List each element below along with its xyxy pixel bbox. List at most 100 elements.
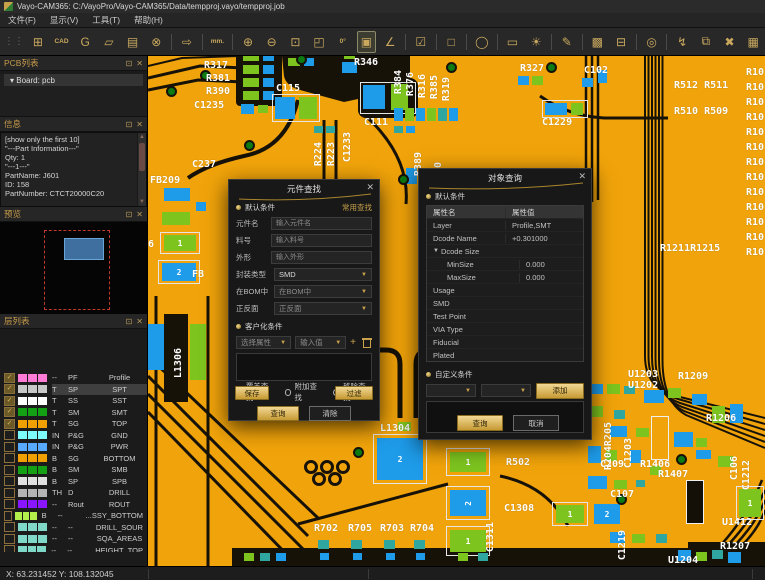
layer-color-swatch[interactable] xyxy=(15,512,21,520)
layer-color-swatch[interactable] xyxy=(37,546,46,552)
fill-rect-icon[interactable]: ▩ xyxy=(587,31,607,53)
pcb-pad[interactable] xyxy=(314,126,323,133)
layer-cells[interactable]: ----SQA_AREAS xyxy=(52,533,147,545)
layer-cells[interactable]: TSPSPT xyxy=(52,384,147,396)
doc-search-icon[interactable]: ◎ xyxy=(642,31,662,53)
close-icon[interactable]: ✕ xyxy=(578,171,586,182)
component-label[interactable]: R703 xyxy=(380,524,404,534)
component-label[interactable]: 6 xyxy=(148,240,154,250)
layer-row[interactable]: BSGBOTTOM xyxy=(0,453,147,465)
pcb-pad[interactable] xyxy=(260,553,270,561)
layer-cells[interactable]: BSMSMB xyxy=(52,464,147,476)
layer-cells[interactable]: TSMSMT xyxy=(52,407,147,419)
layer-color-swatch[interactable] xyxy=(18,431,27,439)
layer-row[interactable]: --RoutROUT xyxy=(0,499,147,511)
layer-color-swatch[interactable] xyxy=(38,385,47,393)
component-label[interactable]: R10 xyxy=(746,248,764,258)
layer-row[interactable]: INP&GGND xyxy=(0,430,147,442)
export-icon[interactable]: ⇨ xyxy=(177,31,197,53)
part-number-input[interactable] xyxy=(271,234,372,247)
view-frame-icon[interactable]: ▣ xyxy=(357,31,377,53)
pcb-pad[interactable] xyxy=(263,56,274,61)
close-panel-icon[interactable]: ✕ xyxy=(136,120,143,129)
toolbar-drag-handle[interactable]: ⋮⋮ xyxy=(4,36,24,47)
component-label[interactable]: U1203 xyxy=(628,370,658,380)
pcb-pad[interactable] xyxy=(656,534,667,543)
quick-find-link[interactable]: 常用查找 xyxy=(342,202,372,213)
via-pad[interactable] xyxy=(446,62,457,73)
component-label[interactable]: C1219 xyxy=(618,530,628,560)
pcb-pad[interactable] xyxy=(384,540,395,549)
component-label[interactable]: C1229 xyxy=(542,118,572,128)
pcb-pad[interactable] xyxy=(263,78,274,87)
float-panel-icon[interactable]: ⊡ xyxy=(126,59,133,68)
zoom-full-icon[interactable]: ◰ xyxy=(309,31,329,53)
menu-item[interactable]: 帮助(H) xyxy=(134,14,163,26)
pcb-pad[interactable] xyxy=(394,108,403,121)
measure-mm-icon[interactable]: mm. xyxy=(208,31,228,53)
layer-row[interactable]: ✓--PFProfile xyxy=(0,372,147,384)
layer-color-swatch[interactable] xyxy=(28,397,37,405)
pcb-pad[interactable] xyxy=(243,78,259,87)
component-label[interactable]: C1308 xyxy=(504,504,534,514)
layer-visibility-checkbox[interactable]: ✓ xyxy=(4,384,15,394)
layer-row[interactable]: BSPSPB xyxy=(0,476,147,488)
layer-color-swatch[interactable] xyxy=(28,454,37,462)
layer-color-swatch[interactable] xyxy=(38,443,47,451)
component-label[interactable]: C115 xyxy=(276,84,300,94)
component-label[interactable]: R10 xyxy=(746,158,764,168)
expand-caret-icon[interactable]: ▼ xyxy=(433,248,439,254)
part-name-input[interactable] xyxy=(271,217,372,230)
layer-color-swatch[interactable] xyxy=(18,385,27,393)
component-label[interactable]: C102 xyxy=(584,66,608,76)
find-mode-radio[interactable]: 附加查找 xyxy=(285,381,324,403)
attribute-select[interactable]: 选择属性▼ xyxy=(236,336,291,349)
menu-item[interactable]: 工具(T) xyxy=(92,14,120,26)
layer-color-swatch[interactable] xyxy=(18,489,27,497)
component-label[interactable]: R704 xyxy=(410,524,434,534)
pcb-pad[interactable] xyxy=(728,552,741,563)
new-plus-icon[interactable]: ⊞ xyxy=(28,31,48,53)
layer-visibility-checkbox[interactable] xyxy=(4,430,15,440)
layer-row[interactable]: BSMSMB xyxy=(0,464,147,476)
menu-item[interactable]: 文件(F) xyxy=(8,14,36,26)
cancel-button[interactable]: 取消 xyxy=(513,415,559,431)
layer-color-swatch[interactable] xyxy=(28,500,37,508)
layer-visibility-checkbox[interactable] xyxy=(4,442,15,452)
layer-color-swatch[interactable] xyxy=(18,535,27,543)
layer-color-swatch[interactable] xyxy=(38,431,47,439)
close-panel-icon[interactable]: ✕ xyxy=(136,317,143,326)
component-label[interactable]: U1412 xyxy=(722,518,752,528)
component-label[interactable]: R385 xyxy=(430,75,440,99)
property-row[interactable]: SMD xyxy=(427,296,583,309)
layer-row[interactable]: THDDRILL xyxy=(0,487,147,499)
pcb-pad[interactable]: 2 xyxy=(377,438,423,480)
layer-color-swatch[interactable] xyxy=(38,523,47,531)
layer-color-swatch[interactable] xyxy=(28,546,37,552)
property-row[interactable]: Plated xyxy=(427,348,583,361)
pcb-pad[interactable] xyxy=(458,553,468,561)
pcb-pad[interactable] xyxy=(353,553,362,560)
verify-check-icon[interactable]: ☑ xyxy=(411,31,431,53)
layer-color-swatch[interactable] xyxy=(38,489,47,497)
pcb-pad[interactable] xyxy=(427,108,436,121)
pcb-pad[interactable] xyxy=(545,103,567,115)
layer-color-swatch[interactable] xyxy=(38,500,47,508)
pcb-pad[interactable] xyxy=(614,410,625,419)
layer-row[interactable]: ✓TSSSST xyxy=(0,395,147,407)
highlight-bulb-icon[interactable]: ☀ xyxy=(526,31,546,53)
layer-color-swatch[interactable] xyxy=(28,443,37,451)
component-label[interactable]: R10 xyxy=(746,68,764,78)
component-label[interactable]: R376 xyxy=(406,72,416,96)
component-label[interactable]: R390 xyxy=(206,87,230,97)
component-label[interactable]: C237 xyxy=(192,160,216,170)
cad-import-icon[interactable]: CAD xyxy=(52,31,72,53)
layer-color-swatch[interactable] xyxy=(38,374,47,382)
layer-visibility-checkbox[interactable]: ✓ xyxy=(4,407,15,417)
layer-color-swatch[interactable] xyxy=(18,443,27,451)
layer-visibility-checkbox[interactable] xyxy=(4,534,15,544)
add-button[interactable]: 添加 xyxy=(536,383,584,399)
component-label[interactable]: R223 xyxy=(327,142,337,166)
component-label[interactable]: C1203 xyxy=(624,438,634,468)
component-label[interactable]: C107 xyxy=(610,490,634,500)
